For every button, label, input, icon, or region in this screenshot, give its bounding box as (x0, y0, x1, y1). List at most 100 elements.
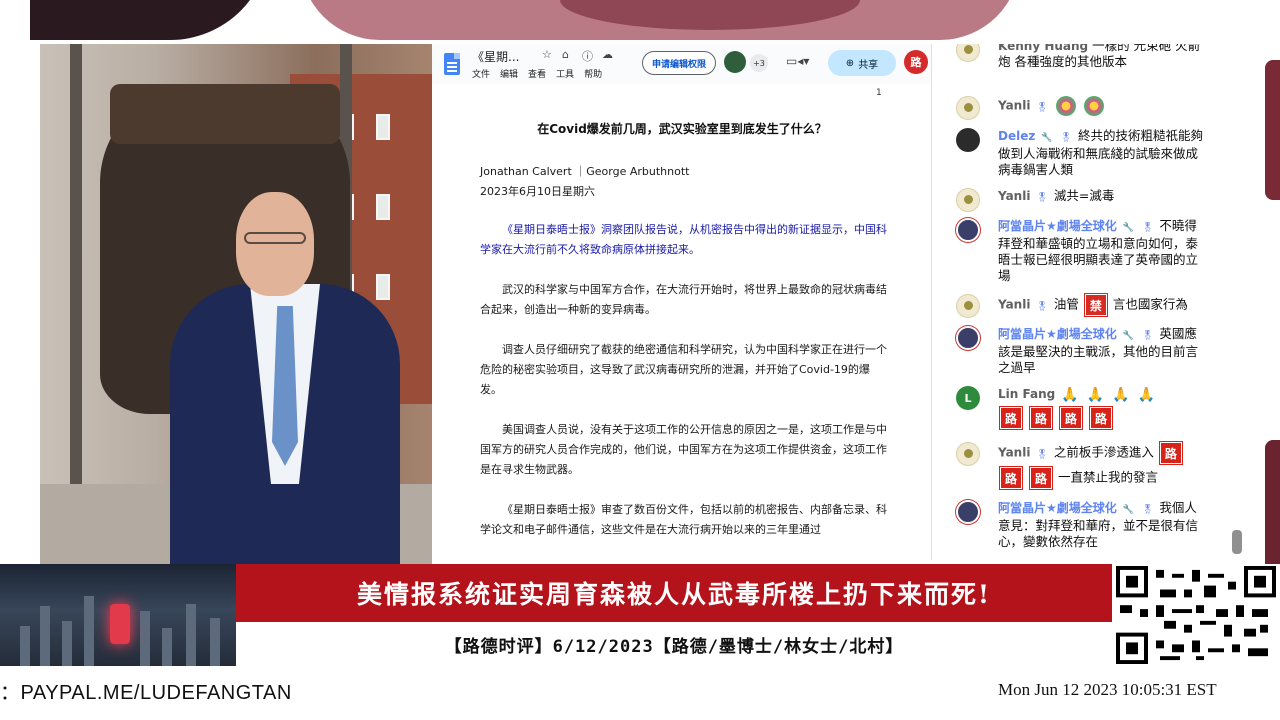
lu-emoji-icon: 路 (1159, 442, 1182, 464)
host-video-feed (38, 44, 432, 564)
clock-readout: Mon Jun 12 2023 10:05:31 EST (998, 680, 1217, 699)
article-date: 2023年6月10日星期六 (480, 185, 595, 198)
article-paragraph: 美国调查人员说，没有关于这项工作的公开信息的原因之一是，这项工作是与中国军方的研… (480, 423, 887, 476)
page-number: 1 (876, 88, 882, 98)
decor-shape (30, 0, 270, 40)
moderator-badge-icon: 🎖 (1036, 102, 1048, 113)
avatar[interactable] (956, 500, 980, 524)
menu-tools[interactable]: 工具 (556, 67, 574, 80)
wrench-badge-icon: 🔧 (1041, 133, 1053, 143)
menu-file[interactable]: 文件 (472, 67, 490, 80)
more-viewers-badge[interactable]: +3 (750, 54, 768, 72)
wrench-badge-icon: 🔧 (1122, 331, 1134, 341)
moderator-badge-icon: 🎖 (1036, 193, 1048, 203)
docs-logo-icon[interactable] (444, 53, 460, 75)
chat-author[interactable]: Delez (998, 129, 1035, 143)
avatar[interactable] (956, 326, 980, 350)
pray-emoji-icon: 🙏 (1137, 386, 1155, 403)
flower-emoji-icon (1055, 96, 1076, 116)
meet-video-icon[interactable]: ▭◂▾ (786, 54, 809, 68)
avatar[interactable] (956, 442, 980, 466)
chat-scrollbar[interactable] (1232, 530, 1242, 554)
move-icon[interactable]: ⌂ (562, 48, 569, 61)
top-background-strip (0, 0, 1280, 40)
menu-edit[interactable]: 编辑 (500, 67, 518, 80)
flower-emoji-icon (1083, 96, 1104, 116)
document-page[interactable]: 1 在Covid爆发前几周，武汉实验室里到底发生了什么？ Jonathan Ca… (432, 84, 931, 560)
moderator-badge-icon: 🎖 (1141, 331, 1154, 341)
moderator-badge-icon: 🎖 (1141, 223, 1154, 233)
pray-emoji-icon: 🙏 (1086, 386, 1105, 403)
star-icon[interactable]: ☆ (542, 48, 552, 61)
red-tower-glow (110, 604, 130, 644)
moderator-badge-icon: 🎖 (1036, 449, 1048, 460)
chat-text: 之前板手滲透進入 (1053, 444, 1154, 460)
chat-text: 油管 (1053, 296, 1079, 312)
wrench-badge-icon: 🔧 (1122, 505, 1134, 515)
chat-author[interactable]: Kenny Huang (998, 44, 1088, 53)
wrench-badge-icon: 🔧 (1122, 223, 1134, 233)
globe-icon: ⊕ (845, 57, 855, 69)
headline-bar: 美情报系统证实周育森被人从武毒所楼上扔下来而死! (236, 564, 1112, 622)
qr-code (1114, 564, 1280, 666)
chat-author[interactable]: 阿當晶片★劇場全球化 (998, 327, 1117, 341)
menu-help[interactable]: 帮助 (584, 67, 602, 80)
menu-view[interactable]: 查看 (528, 67, 546, 80)
moderator-badge-icon: 🎖 (1036, 301, 1048, 312)
lu-emoji-icon: 路 (1029, 406, 1052, 429)
moderator-badge-icon: 🎖 (1141, 505, 1154, 515)
lu-emoji-icon: 路 (1000, 467, 1022, 489)
chat-author[interactable]: Yanli (998, 446, 1030, 460)
moderator-badge-icon: 🎖 (1060, 133, 1072, 143)
avatar[interactable]: L (956, 386, 980, 410)
info-icon[interactable]: ⓘ (582, 48, 593, 64)
chat-author[interactable]: Yanli (998, 99, 1030, 113)
docs-toolbar: 《星期... ☆ ⌂ ⓘ ☁ 文件 编辑 查看 工具 帮助 申请编辑权限 +3 … (432, 44, 931, 84)
chat-text: 一直禁止我的發言 (1057, 469, 1158, 485)
article-paragraph: 调查人员仔细研究了截获的绝密通信和科学研究，认为中国科学家正在进行一个危险的秘密… (480, 343, 887, 396)
chat-author[interactable]: Yanli (998, 189, 1030, 203)
avatar[interactable] (956, 294, 980, 318)
article-paragraph: 武汉的科学家与中国军方合作，在大流行开始时，将世界上最致命的冠状病毒结合起来，创… (480, 283, 887, 316)
avatar[interactable] (956, 218, 980, 242)
avatar[interactable] (956, 128, 980, 152)
chat-text: 言也國家行為 (1112, 296, 1188, 312)
pray-emoji-icon: 🙏 (1112, 386, 1130, 403)
lu-emoji-icon: 路 (1000, 406, 1022, 429)
banner-headline: 美情报系统证实周育森被人从武毒所楼上扔下来而死! (357, 580, 991, 609)
city-graphic (0, 564, 236, 666)
paypal-link: ：PAYPAL.ME/LUDEFANGTAN (0, 682, 292, 704)
host-head (236, 192, 314, 296)
account-avatar[interactable]: 路 (904, 50, 928, 74)
avatar[interactable] (956, 44, 980, 62)
chat-author[interactable]: Lin Fang (998, 387, 1055, 401)
chat-author[interactable]: 阿當晶片★劇場全球化 (998, 501, 1117, 515)
lu-emoji-icon: 路 (1059, 406, 1082, 429)
document-title[interactable]: 《星期... (472, 48, 519, 65)
host-glasses (244, 232, 306, 244)
chat-author[interactable]: Yanli (998, 298, 1030, 312)
request-edit-button[interactable]: 申请编辑权限 (642, 51, 716, 75)
decor-shape (1265, 60, 1280, 200)
ban-emoji-icon: 禁 (1084, 294, 1107, 316)
article-headline: 在Covid爆发前几周，武汉实验室里到底发生了什么？ (537, 122, 827, 136)
chat-text: 滅共=滅毒 (1053, 188, 1115, 203)
subline-bar: 【路德时评】6/12/2023【路德/墨博士/林女士/北村】 (236, 622, 1112, 666)
viewer-avatar[interactable] (724, 51, 746, 73)
share-label: 共享 (858, 59, 879, 71)
chat-author[interactable]: 阿當晶片★劇場全球化 (998, 219, 1117, 233)
right-decor (1265, 40, 1280, 590)
qr-code-icon (1116, 566, 1276, 664)
avatar[interactable] (956, 96, 980, 120)
banner-subline: 【路德时评】6/12/2023【路德/墨博士/林女士/北村】 (444, 636, 904, 657)
pray-emoji-icon: 🙏 (1061, 386, 1079, 403)
lower-third-banner: 美情报系统证实周育森被人从武毒所楼上扔下来而死! 【路德时评】6/12/2023… (0, 564, 1280, 666)
article-paragraph: 《星期日泰晤士报》审查了数百份文件，包括以前的机密报告、内部备忘录、科学论文和电… (480, 503, 887, 536)
live-chat-panel: Kenny Huang 一樣的 光束砲 火箭炮 各種強度的其他版本 Yanli … (932, 44, 1246, 560)
avatar[interactable] (956, 188, 980, 212)
menu-bar: 文件 编辑 查看 工具 帮助 (472, 67, 602, 80)
share-button[interactable]: ⊕ 共享 (828, 50, 896, 76)
cloud-status-icon[interactable]: ☁ (602, 48, 613, 61)
article-lead: 《星期日泰晤士报》洞察团队报告说，从机密报告中得出的新证据显示，中国科学家在大流… (480, 223, 887, 256)
document-panel: 《星期... ☆ ⌂ ⓘ ☁ 文件 编辑 查看 工具 帮助 申请编辑权限 +3 … (432, 44, 932, 560)
